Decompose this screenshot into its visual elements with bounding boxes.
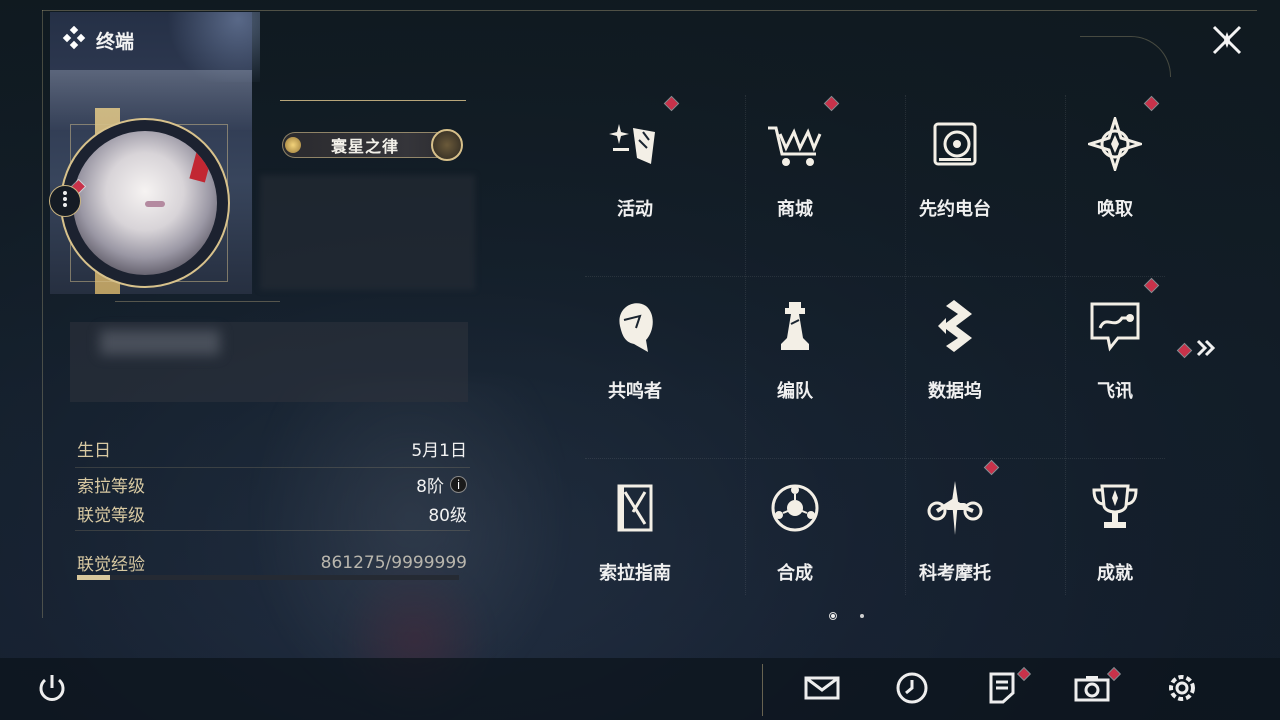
stat-sola-level: 索拉等级 8阶 i: [77, 472, 467, 497]
menu-item-team[interactable]: 编队: [735, 277, 855, 427]
menu-item-label: 成就: [1097, 563, 1133, 584]
menu-item-label: 编队: [777, 381, 813, 402]
double-chevron-right-icon: [1195, 338, 1217, 362]
avatar-ribbon: [189, 149, 213, 183]
stat-union-level: 联觉等级 80级: [77, 501, 467, 526]
menu-item-label: 科考摩托: [919, 563, 991, 584]
badge-gem-icon: [285, 137, 301, 153]
compass-star-icon: [1080, 115, 1150, 173]
menu-item-messages[interactable]: 飞讯: [1055, 277, 1175, 427]
stat-value: 5月1日: [411, 441, 467, 461]
info-icon[interactable]: i: [450, 476, 467, 493]
settings-button[interactable]: [1162, 670, 1202, 710]
more-dots-icon: [62, 190, 68, 212]
avatar-eye: [145, 201, 165, 207]
stat-label: 索拉等级: [77, 477, 145, 497]
settings-gear-icon: [1164, 670, 1200, 710]
stat-value-wrap: 8阶 i: [416, 472, 467, 497]
stat-label: 生日: [77, 441, 111, 461]
stat-divider: [75, 467, 470, 468]
power-icon: [35, 671, 69, 709]
guide-book-icon: [600, 479, 670, 537]
stat-birthday: 生日 5月1日: [77, 436, 467, 461]
page-indicator-active[interactable]: [829, 612, 837, 620]
avatar[interactable]: [73, 131, 217, 275]
menu-item-label: 共鸣者: [608, 381, 662, 402]
stat-value: 80级: [428, 506, 467, 526]
frame-top-line: [42, 10, 1257, 11]
notice-button[interactable]: [982, 666, 1032, 710]
menu-item-label: 先约电台: [919, 199, 991, 220]
name-divider: [280, 100, 466, 101]
trophy-icon: [1080, 479, 1150, 537]
stat-union-exp: 联觉经验 861275/9999999: [77, 550, 467, 576]
camera-button[interactable]: [1072, 666, 1122, 710]
menu-item-shop[interactable]: 商城: [735, 95, 855, 245]
badge-ring-icon: [431, 129, 463, 161]
diamond-cluster-icon: [62, 25, 86, 54]
blurred-text: [100, 330, 220, 355]
card-separator: [115, 301, 280, 302]
clock-icon: [895, 671, 929, 709]
close-button[interactable]: [1205, 20, 1249, 64]
page-indicator[interactable]: [860, 614, 864, 618]
stat-label: 联觉等级: [77, 506, 145, 526]
menu-item-resonators[interactable]: 共鸣者: [575, 277, 695, 427]
terminal-title: 终端: [62, 25, 135, 54]
menu-item-radio[interactable]: 先约电台: [895, 95, 1015, 245]
notify-dot: [1176, 342, 1193, 358]
menu-item-label: 唤取: [1097, 199, 1133, 220]
crown-cart-icon: [760, 115, 830, 173]
camera-icon: [1073, 673, 1111, 707]
notify-dot: [1143, 95, 1160, 112]
menu-item-label: 索拉指南: [599, 563, 671, 584]
clock-button[interactable]: [892, 670, 932, 710]
close-icon: [1210, 23, 1244, 61]
notify-dot: [663, 95, 680, 112]
menu-item-label: 合成: [777, 563, 813, 584]
notify-dot: [983, 459, 1000, 476]
menu-item-synthesis[interactable]: 合成: [735, 459, 855, 609]
chess-piece-icon: [760, 297, 830, 355]
menu-item-achievements[interactable]: 成就: [1055, 459, 1175, 609]
exp-progress-fill: [77, 575, 110, 580]
radio-disc-icon: [920, 115, 990, 173]
notify-dot: [823, 95, 840, 112]
blurred-signature: [260, 175, 475, 290]
menu-item-data-bank[interactable]: 数据坞: [895, 277, 1015, 427]
mail-icon: [803, 673, 841, 707]
mail-button[interactable]: [802, 670, 842, 710]
stat-value: 861275/9999999: [320, 552, 467, 573]
menu-item-label: 飞讯: [1097, 381, 1133, 402]
menu-item-guide[interactable]: 索拉指南: [575, 459, 695, 609]
page-title: 终端: [96, 30, 135, 53]
bottom-separator: [762, 664, 763, 716]
menu-item-motorbike[interactable]: 科考摩托: [895, 459, 1015, 609]
menu-item-convene[interactable]: 唤取: [1055, 95, 1175, 245]
more-options-button[interactable]: [49, 185, 81, 217]
menu-item-label: 商城: [777, 199, 813, 220]
menu-item-label: 活动: [617, 199, 653, 220]
stat-divider: [75, 530, 470, 531]
stat-value: 8阶: [416, 477, 444, 497]
notify-dot: [1143, 277, 1160, 294]
player-name: 寰星之律: [330, 137, 399, 156]
next-page-button[interactable]: [1176, 338, 1217, 362]
exp-progress-bar: [77, 575, 459, 580]
data-dock-icon: [920, 297, 990, 355]
synthesis-orb-icon: [760, 479, 830, 537]
menu-item-label: 数据坞: [928, 381, 982, 402]
menu-item-events[interactable]: 活动: [575, 95, 695, 245]
stat-label: 联觉经验: [77, 555, 145, 575]
chat-bubble-icon: [1080, 297, 1150, 355]
sparkle-flag-icon: [600, 115, 670, 173]
player-name-badge: 寰星之律: [282, 129, 463, 161]
character-head-icon: [600, 297, 670, 355]
frame-left-line: [42, 10, 43, 618]
motorbike-icon: [920, 479, 990, 537]
power-button[interactable]: [32, 670, 72, 710]
notice-icon: [987, 671, 1017, 709]
